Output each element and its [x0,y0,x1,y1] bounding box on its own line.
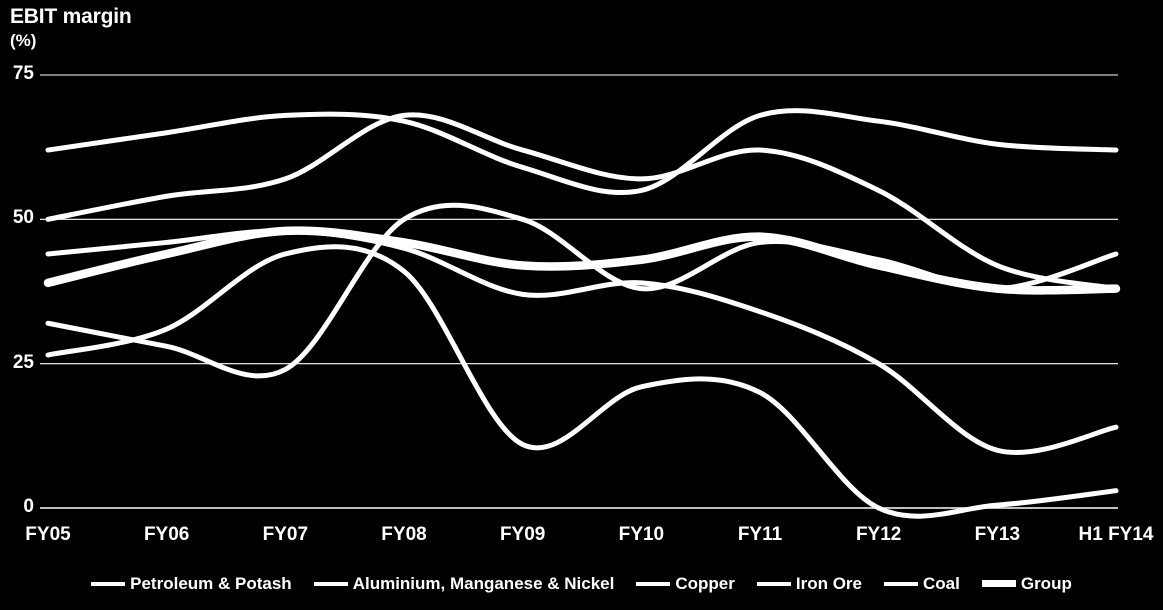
chart-plot-area [40,74,1121,519]
legend-line-swatch-icon [636,581,671,586]
legend-item-label: Group [1020,574,1072,593]
y-axis-label-0: 0 [23,496,34,517]
x-axis-label-fy08: FY08 [381,524,427,545]
legend-line-swatch-icon [756,581,791,586]
x-axis-label-fy09: FY09 [499,524,546,545]
x-axis-label-fy07: FY07 [262,524,309,545]
series-line-0 [45,108,1119,196]
chart-legend: Petroleum & Potash Aluminium, Manganese &… [0,575,1163,592]
y-axis-label-25: 25 [12,351,34,373]
legend-item-2[interactable]: Copper [636,575,735,592]
legend-item-0[interactable]: Petroleum & Potash [91,575,292,592]
x-axis-label-fy11: FY11 [737,524,783,545]
legend-item-1[interactable]: Aluminium, Manganese & Nickel [313,574,615,593]
legend-item-label: Aluminium, Manganese & Nickel [352,574,615,593]
legend-item-5[interactable]: Group [981,574,1072,593]
legend-item-label: Coal [923,574,960,593]
legend-line-swatch-icon [884,581,918,586]
legend-item-label: Copper [675,574,735,593]
legend-item-3[interactable]: Iron Ore [756,574,862,593]
legend-item-label: Iron Ore [795,574,862,593]
legend-item-4[interactable]: Coal [884,575,960,592]
x-axis-label-fy13: FY13 [974,524,1021,545]
series-lines [43,108,1121,519]
y-axis-label-75: 75 [12,63,34,84]
ebit-margin-chart: EBIT margin (%) 75 50 25 0 FY05 FY06 FY07 FY08… [0,0,1163,610]
x-axis-label-fy12: FY12 [855,524,902,545]
x-axis-label-fy10: FY10 [618,524,665,545]
x-axis-label-fy06: FY06 [143,524,190,545]
legend-item-label: Petroleum & Potash [130,574,292,593]
x-axis-label-fy05: FY05 [25,524,71,545]
legend-line-swatch-icon [981,580,1016,587]
legend-line-swatch-icon [91,581,126,586]
x-axis-label-h1-fy14: H1 FY14 [1078,524,1154,545]
y-axis-label-50: 50 [12,207,34,229]
legend-line-swatch-icon [313,581,348,586]
